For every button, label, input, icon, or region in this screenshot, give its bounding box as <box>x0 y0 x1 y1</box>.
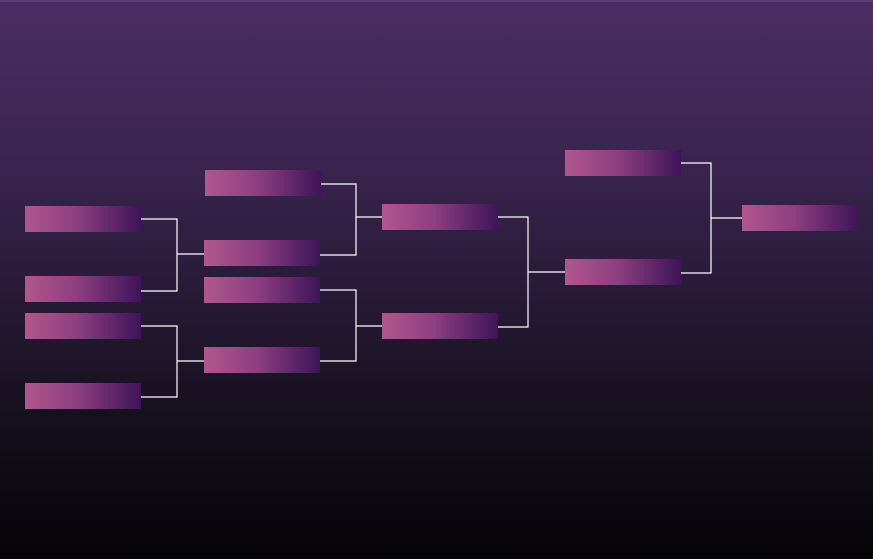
round-2-slot-4[interactable] <box>204 347 320 373</box>
round-1-slot-3[interactable] <box>25 313 141 339</box>
round-4-connector <box>681 162 742 274</box>
tournament-bracket <box>0 0 873 559</box>
round-2-connector-a <box>320 183 382 256</box>
round-2-slot-2[interactable] <box>204 240 320 266</box>
round-1-connector-a <box>141 218 204 292</box>
round-1-slot-1[interactable] <box>25 206 141 232</box>
round-2-connector-b <box>320 289 382 362</box>
round-3-slot-2[interactable] <box>382 313 498 339</box>
round-1-slot-2[interactable] <box>25 276 141 302</box>
round-1-slot-4[interactable] <box>25 383 141 409</box>
round-2-slot-3[interactable] <box>204 277 320 303</box>
round-4-slot-2[interactable] <box>565 259 681 285</box>
final-slot[interactable] <box>742 205 858 231</box>
round-3-slot-1[interactable] <box>382 204 498 230</box>
round-1-connector-b <box>141 325 204 398</box>
round-3-connector <box>498 216 565 328</box>
round-4-slot-1[interactable] <box>565 150 681 176</box>
round-2-slot-1[interactable] <box>205 170 321 196</box>
